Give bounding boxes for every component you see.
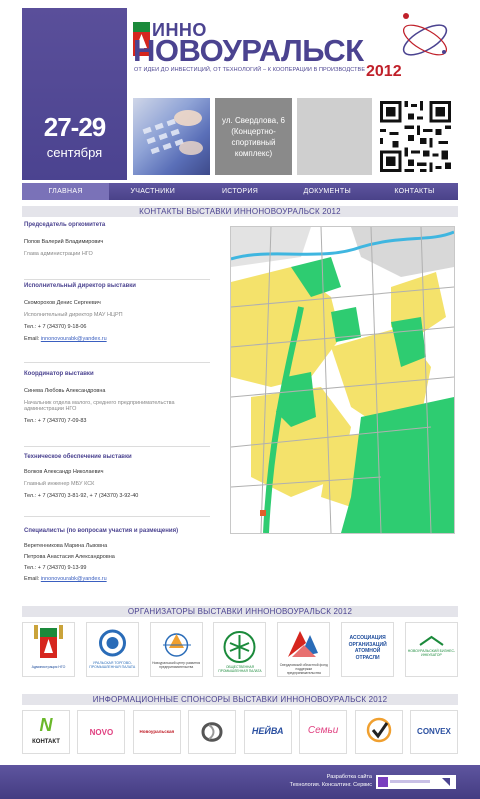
organizer-logo[interactable]: НОВОУРАЛЬСКИЙ БИЗНЕС-ИНКУБАТОР [404,622,458,677]
logo-novouralsk[interactable]: НОВОУРАЛЬСК [133,33,364,69]
event-dates: 27-29 [43,112,107,142]
contact-role: Исполнительный директор выставки [24,283,136,289]
sponsor-logo[interactable]: НЕЙВА [243,710,292,754]
sponsor-logo[interactable]: CONVEX [409,710,458,754]
organizers-title: ОРГАНИЗАТОРЫ ВЫСТАВКИ ИННОНОВОУРАЛЬСК 20… [22,606,458,617]
contact-role: Координатор выставки [24,371,94,377]
footer-credit: Разработка сайта Технология. Консалтинг.… [280,773,372,789]
divider [24,279,210,280]
contact-phone: Тел.: + 7 (34370) 3-81-92, + 7 (34370) 3… [24,493,139,499]
atom-icon [402,13,448,56]
contact-phone: Тел.: + 7 (34370) 9-13-99 [24,565,87,571]
organizers-logos: Администрация НГО УРАЛЬСКАЯ ТОРГОВО-ПРОМ… [22,622,458,677]
sponsors-logos: N КОНТАКТ NOVO Новоуральская НЕЙВА Семьи… [22,710,458,754]
organizer-caption: Свердловский областной фонд поддержки пр… [279,663,328,675]
contact-role: Специалисты (по вопросам участия и разме… [24,528,179,534]
contact-role: Техническое обеспечение выставки [24,454,132,460]
credit-link[interactable]: Технология. Консалтинг. Сервис [280,781,372,789]
sponsor-text: КОНТАКТ [32,739,60,745]
kontakt-mark: N [39,715,53,735]
divider [24,362,210,363]
contact-block: Координатор выставки Синева Любовь Алекс… [24,371,210,424]
sponsor-logo[interactable] [188,710,237,754]
sponsor-text: NOVO [89,728,114,737]
city-map[interactable] [230,226,455,534]
organizer-logo[interactable]: Новоуральский центр развития предпринима… [149,622,203,677]
sponsor-text: Новоуральская [139,729,175,734]
logo-year: 2012 [366,63,402,80]
sponsor-logo[interactable]: N КОНТАКТ [22,710,70,754]
header: 27-29 сентября ИННО НОВОУРАЛЬСК 2012 ОТ … [0,0,480,180]
address-line: ул. Свердлова, 6 [222,116,285,125]
nav-contacts[interactable]: КОНТАКТЫ [371,183,458,200]
nav-participants[interactable]: УЧАСТНИКИ [109,183,196,200]
sponsor-text: Семьи [307,725,339,736]
contact-name: Скоморохов Денис Сергеевич [24,300,101,306]
contact-email-row: Email: innonovourabk@yandex.ru [24,336,210,342]
address-line: спортивный [231,138,276,147]
nav-history[interactable]: ИСТОРИЯ [196,183,283,200]
sponsor-text: НЕЙВА [251,726,284,736]
organizer-logo[interactable]: Администрация НГО [22,622,75,677]
organizer-caption: АССОЦИАЦИЯ ОРГАНИЗАЦИЙ АТОМНОЙ ОТРАСЛИ [348,635,387,661]
contact-name: Синева Любовь Александровна [24,388,106,394]
contact-name: Волков Александр Николаевич [24,469,104,475]
contact-position: Исполнительный директор МАУ НЦРП [24,312,123,318]
contact-block: Исполнительный директор выставки Скоморо… [24,283,210,342]
organizer-logo[interactable]: Свердловский областной фонд поддержки пр… [277,622,331,677]
sponsors-title: ИНФОРМАЦИОННЫЕ СПОНСОРЫ ВЫСТАВКИ ИННОНОВ… [22,694,458,705]
contact-block: Председатель оргкомитета Попов Валерий В… [24,222,210,257]
organizer-caption: НОВОУРАЛЬСКИЙ БИЗНЕС-ИНКУБАТОР [407,649,456,657]
nav-home[interactable]: ГЛАВНАЯ [22,183,110,200]
contact-name: Петрова Анастасия Александровна [24,554,115,560]
placeholder-image [297,98,372,175]
keyboard-photo [133,98,210,175]
sponsor-text: CONVEX [417,727,451,736]
contact-position: администрации НГО [24,406,77,412]
credit-line: Разработка сайта [326,774,372,780]
sponsor-logo[interactable]: Семьи [299,710,348,754]
sponsor-logo[interactable]: Новоуральская [132,710,181,754]
contact-name: Веретенникова Марина Львовна [24,543,108,549]
organizer-caption: Администрация НГО [31,665,66,669]
main-nav: ГЛАВНАЯ УЧАСТНИКИ ИСТОРИЯ ДОКУМЕНТЫ КОНТ… [22,183,458,200]
contact-name: Попов Валерий Владимирович [24,239,104,245]
email-label: Email: [24,576,40,582]
address-line: (Концертно- [231,127,276,136]
organizer-caption: УРАЛЬСКАЯ ТОРГОВО-ПРОМЫШЛЕННАЯ ПАЛАТА [89,661,136,669]
organizer-caption: ОБЩЕСТВЕННАЯ ПРОМЫШЛЕННАЯ ПАЛАТА [218,665,262,673]
slogan: ОТ ИДЕИ ДО ИНВЕСТИЦИЙ, ОТ ТЕХНОЛОГИЙ – К… [134,67,366,73]
divider [24,446,210,447]
contact-block: Техническое обеспечение выставки Волков … [24,454,210,499]
qr-code [377,98,454,175]
contact-role: Председатель оргкомитета [24,222,106,228]
contact-phone: Тел.: + 7 (34370) 9-18-06 [24,324,87,330]
email-link[interactable]: innonovourabk@yandex.ru [41,576,107,582]
nav-documents[interactable]: ДОКУМЕНТЫ [284,183,371,200]
contacts-title: КОНТАКТЫ ВЫСТАВКИ ИННОНОВОУРАЛЬСК 2012 [22,206,458,217]
contact-position: Главный инженер МБУ КСК [24,481,95,487]
organizer-logo[interactable]: АССОЦИАЦИЯ ОРГАНИЗАЦИЙ АТОМНОЙ ОТРАСЛИ [341,622,395,677]
contact-email-row: Email: innonovourabk@yandex.ru [24,576,210,582]
developer-logo[interactable] [376,775,456,789]
venue-address: ул. Свердлова, 6 (Концертно- спортивный … [215,98,292,175]
contact-phone: Тел.: + 7 (34370) 7-09-83 [24,418,87,424]
organizer-logo[interactable]: ОБЩЕСТВЕННАЯ ПРОМЫШЛЕННАЯ ПАЛАТА [213,622,267,677]
address-line: комплекс) [234,149,273,158]
sponsor-logo[interactable] [354,710,403,754]
email-label: Email: [24,336,40,342]
organizer-logo[interactable]: УРАЛЬСКАЯ ТОРГОВО-ПРОМЫШЛЕННАЯ ПАЛАТА [85,622,139,677]
organizer-caption: Новоуральский центр развития предпринима… [152,661,201,669]
contact-block: Специалисты (по вопросам участия и разме… [24,528,210,582]
email-link[interactable]: innonovourabk@yandex.ru [41,336,107,342]
sponsor-logo[interactable]: NOVO [77,710,126,754]
divider [24,516,210,517]
contact-position: Глава администрации НГО [24,251,93,257]
event-month: сентября [46,145,103,160]
